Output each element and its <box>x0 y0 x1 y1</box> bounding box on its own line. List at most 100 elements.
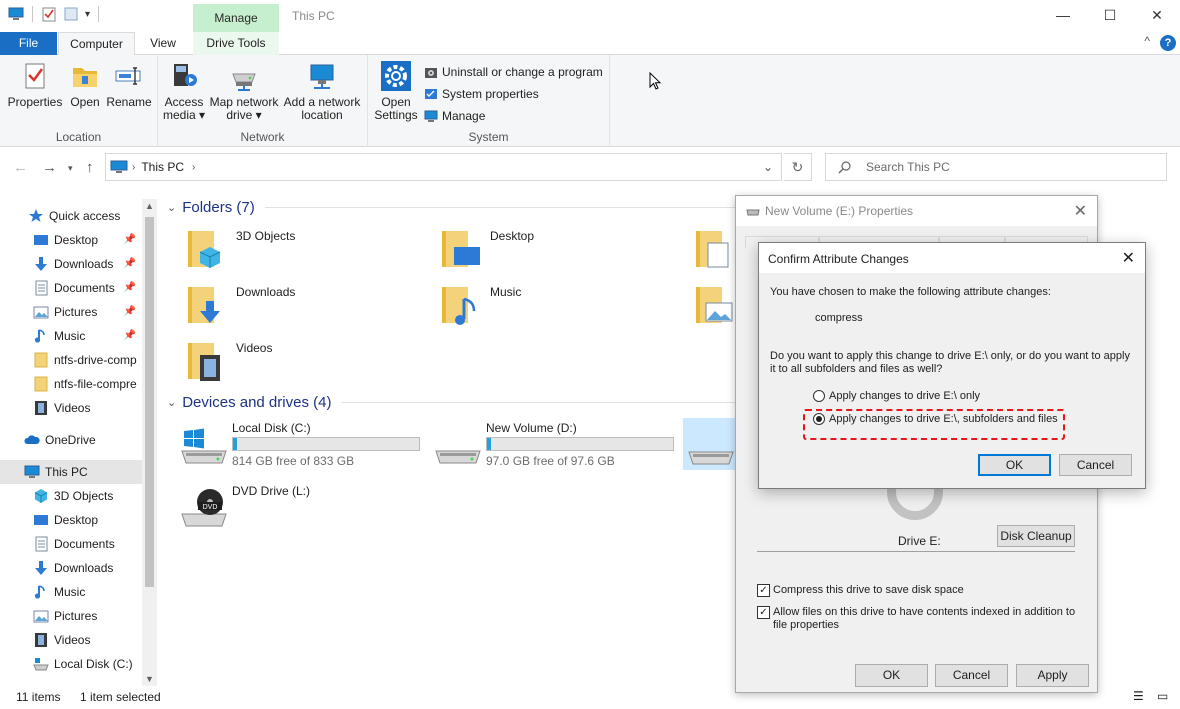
properties-ok-button[interactable]: OK <box>855 664 928 687</box>
folder-tile-3d-objects[interactable]: 3D Objects <box>184 225 295 273</box>
folder-tile-documents[interactable] <box>692 225 740 273</box>
nav-this-pc[interactable]: This PC <box>0 460 142 484</box>
system-properties-button[interactable]: System properties <box>424 85 539 103</box>
back-arrow-icon[interactable]: ← <box>13 159 28 176</box>
index-contents-checkbox[interactable]: ✓ Allow files on this drive to have cont… <box>757 606 1075 632</box>
large-icons-view-icon[interactable]: ▭ <box>1157 689 1168 703</box>
properties-button[interactable]: Properties <box>6 60 64 109</box>
scroll-down-arrow-icon[interactable]: ▼ <box>145 674 154 684</box>
nav-qa-pictures[interactable]: Pictures 📌 <box>0 300 142 324</box>
tab-computer[interactable]: Computer <box>58 32 135 56</box>
recent-locations-chevron-icon[interactable]: ▾ <box>68 163 73 174</box>
properties-icon[interactable] <box>41 6 57 22</box>
forward-arrow-icon[interactable]: → <box>42 159 57 176</box>
nav-quick-access[interactable]: Quick access <box>0 204 142 228</box>
minimize-button[interactable]: — <box>1040 0 1086 30</box>
up-arrow-icon[interactable]: ↑ <box>86 159 94 176</box>
disk-cleanup-button[interactable]: Disk Cleanup <box>997 525 1075 547</box>
drive-local-disk-c[interactable]: Local Disk (C:) 814 GB free of 833 GB <box>180 421 430 469</box>
confirm-cancel-button[interactable]: Cancel <box>1059 454 1132 476</box>
scrollbar-thumb[interactable] <box>145 217 154 587</box>
add-location-label-line2: location <box>301 108 343 122</box>
refresh-button[interactable]: ↻ <box>784 153 812 181</box>
details-view-icon[interactable]: ☰ <box>1133 689 1144 703</box>
rename-label: Rename <box>106 95 152 109</box>
pin-icon[interactable]: 📌 <box>124 330 136 341</box>
breadcrumb-chevron-icon[interactable]: › <box>132 162 135 173</box>
radio-button-icon[interactable] <box>813 390 825 402</box>
close-button[interactable]: ✕ <box>1134 0 1180 30</box>
breadcrumb-this-pc[interactable]: This PC <box>141 160 184 174</box>
drive-dvd-l[interactable]: DVD DVD Drive (L:) <box>180 484 430 532</box>
properties-close-icon[interactable]: ✕ <box>1074 201 1087 221</box>
this-pc-icon[interactable] <box>8 6 24 22</box>
maximize-button[interactable]: ☐ <box>1087 0 1133 30</box>
nav-pc-videos[interactable]: Videos <box>0 628 142 652</box>
manage-button[interactable]: Manage <box>424 107 485 125</box>
address-bar[interactable]: › This PC › ⌄ <box>105 153 782 181</box>
breadcrumb-chevron-icon[interactable]: › <box>192 162 195 173</box>
pin-icon[interactable]: 📌 <box>124 306 136 317</box>
nav-pane-scrollbar[interactable]: ▲ ▼ <box>142 199 157 686</box>
folder-tile-videos[interactable]: Videos <box>184 337 272 385</box>
pin-icon[interactable]: 📌 <box>124 282 136 293</box>
nav-qa-desktop[interactable]: Desktop 📌 <box>0 228 142 252</box>
nav-pc-local-disk-c[interactable]: Local Disk (C:) <box>0 652 142 676</box>
folder-tile-pictures[interactable] <box>692 281 740 329</box>
nav-pc-music[interactable]: Music <box>0 580 142 604</box>
nav-label: Local Disk (C:) <box>54 657 133 671</box>
map-network-drive-button[interactable]: Map network drive ▾ <box>208 60 280 122</box>
nav-pc-desktop[interactable]: Desktop <box>0 508 142 532</box>
tab-drive-tools[interactable]: Drive Tools <box>193 32 279 55</box>
tab-view[interactable]: View <box>140 32 186 55</box>
nav-pc-documents[interactable]: Documents <box>0 532 142 556</box>
folder-tile-downloads[interactable]: Downloads <box>184 281 295 329</box>
pin-icon[interactable]: 📌 <box>124 234 136 245</box>
scroll-up-arrow-icon[interactable]: ▲ <box>145 201 154 211</box>
confirm-ok-button[interactable]: OK <box>978 454 1051 476</box>
compress-drive-checkbox[interactable]: ✓ Compress this drive to save disk space <box>757 584 964 597</box>
nav-qa-videos[interactable]: Videos <box>0 396 142 420</box>
network-group-label: Network <box>240 130 285 144</box>
nav-qa-music[interactable]: Music 📌 <box>0 324 142 348</box>
rename-button[interactable]: Rename <box>106 60 152 109</box>
music-note-icon <box>34 585 45 599</box>
collapse-chevron-icon[interactable]: ⌄ <box>167 396 176 409</box>
uninstall-program-button[interactable]: Uninstall or change a program <box>424 63 603 81</box>
nav-pc-3d-objects[interactable]: 3D Objects <box>0 484 142 508</box>
nav-qa-downloads[interactable]: Downloads 📌 <box>0 252 142 276</box>
group-divider <box>264 207 745 208</box>
tab-file[interactable]: File <box>0 32 57 55</box>
this-pc-icon <box>110 160 128 173</box>
nav-qa-ntfs-file-compre[interactable]: ntfs-file-compre <box>0 372 142 396</box>
properties-cancel-button[interactable]: Cancel <box>935 664 1008 687</box>
access-media-button[interactable]: Access media ▾ <box>162 60 206 122</box>
pin-icon[interactable]: 📌 <box>124 258 136 269</box>
nav-onedrive[interactable]: OneDrive <box>0 428 142 452</box>
address-history-chevron-down-icon[interactable]: ⌄ <box>763 160 773 174</box>
checkbox-check-icon[interactable]: ✓ <box>757 584 770 597</box>
radio-drive-only[interactable]: Apply changes to drive E:\ only <box>813 390 980 402</box>
devices-group-header[interactable]: ⌄ Devices and drives (4) <box>167 394 742 411</box>
properties-apply-button[interactable]: Apply <box>1016 664 1089 687</box>
folder-tile-desktop[interactable]: Desktop <box>438 225 534 273</box>
drive-new-volume-d[interactable]: New Volume (D:) 97.0 GB free of 97.6 GB <box>434 421 684 469</box>
nav-qa-documents[interactable]: Documents 📌 <box>0 276 142 300</box>
confirm-close-icon[interactable]: ✕ <box>1122 248 1135 268</box>
customize-toolbar-icon[interactable]: ▾ <box>85 9 90 20</box>
collapse-ribbon-icon[interactable]: ^ <box>1144 34 1150 48</box>
new-folder-icon[interactable] <box>63 6 79 22</box>
folders-group-header[interactable]: ⌄ Folders (7) <box>167 199 745 216</box>
open-button[interactable]: Open <box>66 60 104 109</box>
nav-qa-ntfs-drive-comp[interactable]: ntfs-drive-comp <box>0 348 142 372</box>
nav-pc-pictures[interactable]: Pictures <box>0 604 142 628</box>
collapse-chevron-icon[interactable]: ⌄ <box>167 201 176 214</box>
checkbox-check-icon[interactable]: ✓ <box>757 606 770 619</box>
folder-tile-music[interactable]: Music <box>438 281 521 329</box>
open-settings-button[interactable]: Open Settings <box>372 60 420 122</box>
drive-new-volume-e-selected[interactable] <box>683 418 735 470</box>
add-network-location-button[interactable]: Add a network location <box>282 60 362 122</box>
nav-pc-downloads[interactable]: Downloads <box>0 556 142 580</box>
search-box[interactable]: Search This PC <box>825 153 1167 181</box>
help-icon[interactable]: ? <box>1160 35 1176 51</box>
